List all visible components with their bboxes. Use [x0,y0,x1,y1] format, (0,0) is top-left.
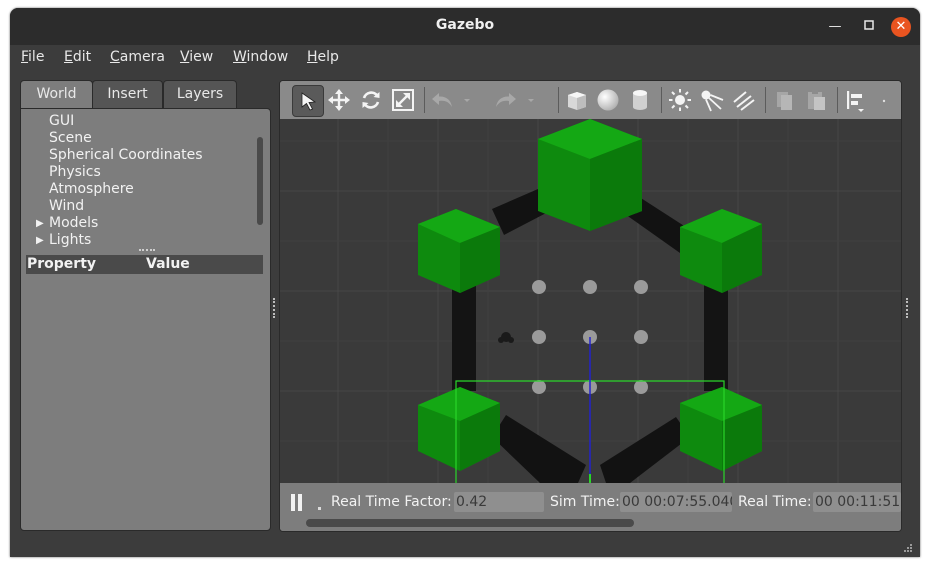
close-button[interactable]: ✕ [891,17,911,37]
pause-icon [291,494,302,511]
world-panel: GUI Scene Spherical Coordinates Physics … [20,108,271,531]
menu-help[interactable]: Help [307,49,339,65]
robot-marker [498,332,514,343]
model-box-top [538,119,642,231]
status-scrollbar[interactable] [306,519,634,527]
tree-item-scene[interactable]: Scene [21,130,256,147]
point-light-icon [669,89,691,111]
select-mode-button[interactable] [292,85,324,117]
undo-history-button[interactable] [460,85,474,115]
sim-time-label: Sim Time: [550,494,620,510]
render-panel: Real Time Factor: 0.42 Sim Time: 00 00:0… [279,80,902,532]
menu-window[interactable]: Window [233,49,288,65]
sphere-shape-icon [597,89,619,111]
3d-viewport[interactable] [280,119,901,483]
directional-light-icon [733,91,755,111]
model-box-lower-right [680,387,762,471]
tree-item-wind[interactable]: Wind [21,198,256,215]
scene-render[interactable] [280,119,901,483]
tree-item-gui[interactable]: GUI [21,113,256,130]
redo-history-icon [528,99,534,102]
paste-icon [808,90,825,110]
scale-mode-button[interactable] [388,85,418,115]
translate-mode-icon [328,89,350,111]
spot-light-button[interactable] [697,85,727,115]
real-time-value: 00 00:11:51. [813,492,901,512]
pause-button[interactable] [290,494,304,511]
gazebo-window: Gazebo — ✕ File Edit Camera View Window … [10,8,920,557]
snap-dropdown-button[interactable] [877,85,891,115]
scale-mode-icon [392,89,414,111]
menu-camera[interactable]: Camera [110,49,165,65]
maximize-button[interactable] [859,17,879,37]
tab-insert[interactable]: Insert [92,80,163,108]
snap-dropdown-icon [882,99,886,103]
copy-icon [777,92,792,110]
tree-item-lights[interactable]: ▶ Lights [21,232,256,249]
tab-layers[interactable]: Layers [163,80,237,108]
cylinder-shape-button[interactable] [625,85,655,115]
render-toolbar [280,81,901,119]
panel-splitter-handle[interactable] [139,249,155,253]
real-time-factor-value: 0.42 [454,492,544,512]
real-time-factor-label: Real Time Factor: [331,494,452,510]
tree-item-spherical-coordinates[interactable]: Spherical Coordinates [21,147,256,164]
model-box-upper-right [680,209,762,293]
select-mode-icon [301,92,317,111]
align-icon [847,91,864,112]
menu-file[interactable]: File [21,49,44,65]
tree-item-physics[interactable]: Physics [21,164,256,181]
left-splitter-handle[interactable] [273,298,277,318]
window-title: Gazebo [435,17,495,33]
rotate-mode-button[interactable] [356,85,386,115]
rotate-mode-icon [362,91,380,109]
point-light-button[interactable] [665,85,695,115]
status-bar: Real Time Factor: 0.42 Sim Time: 00 00:0… [280,483,901,531]
title-bar[interactable]: Gazebo — ✕ [10,8,920,45]
redo-icon [496,93,516,107]
right-splitter-handle[interactable] [906,298,910,318]
value-column-header: Value [146,256,190,272]
spot-light-icon [701,90,724,112]
directional-light-button[interactable] [729,85,759,115]
undo-button[interactable] [428,85,458,115]
tree-item-atmosphere[interactable]: Atmosphere [21,181,256,198]
tree-item-models[interactable]: ▶ Models [21,215,256,232]
align-button[interactable] [841,85,871,115]
maximize-icon [864,20,874,30]
redo-button[interactable] [490,85,520,115]
copy-button[interactable] [769,85,799,115]
minimize-button[interactable]: — [825,17,845,37]
expand-arrow-icon[interactable]: ▶ [36,215,44,232]
redo-history-button[interactable] [524,85,538,115]
box-shape-icon [568,92,586,110]
box-shape-button[interactable] [562,85,592,115]
undo-history-icon [464,99,470,102]
paste-button[interactable] [801,85,831,115]
menu-edit[interactable]: Edit [64,49,91,65]
step-button[interactable] [318,507,321,510]
undo-icon [432,93,452,107]
cylinder-shape-icon [633,90,647,110]
sphere-shape-button[interactable] [593,85,623,115]
expand-arrow-icon[interactable]: ▶ [36,232,44,249]
menu-bar: File Edit Camera View Window Help [10,45,920,71]
translate-mode-button[interactable] [324,85,354,115]
world-tree: GUI Scene Spherical Coordinates Physics … [21,113,256,249]
tab-world[interactable]: World [20,80,93,109]
real-time-label: Real Time: [738,494,812,510]
resize-grip-icon[interactable] [901,538,913,552]
menu-view[interactable]: View [180,49,213,65]
property-table-header: Property Value [26,255,263,274]
sim-time-value: 00 00:07:55.040 [620,492,732,512]
tree-scrollbar[interactable] [257,137,263,225]
property-column-header: Property [27,256,97,272]
